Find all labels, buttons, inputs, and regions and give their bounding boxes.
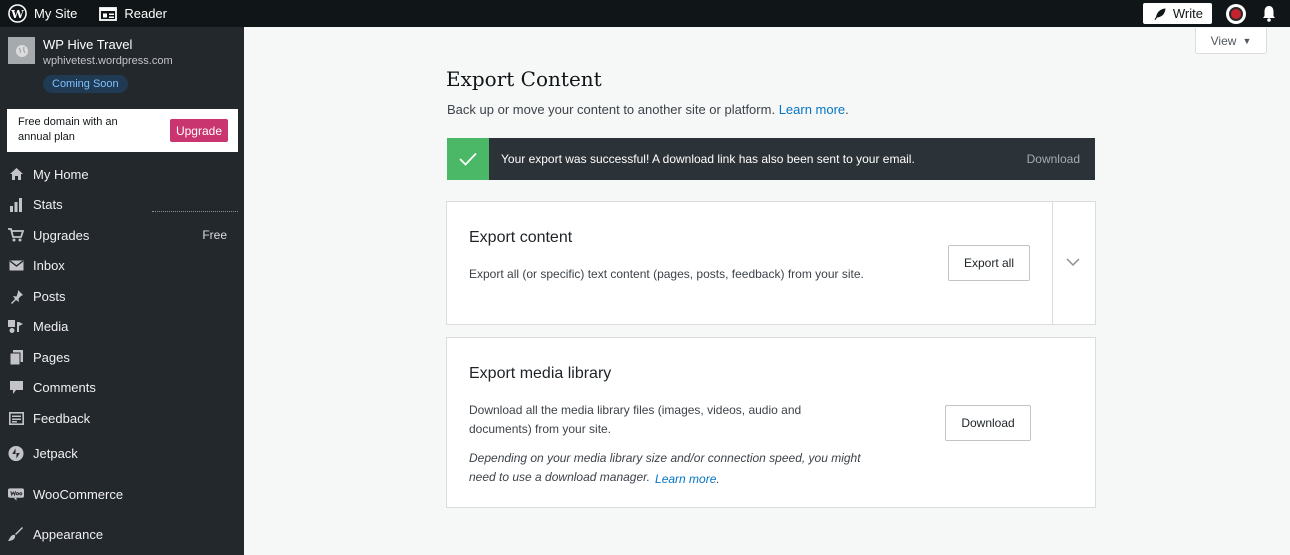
chevron-down-icon[interactable] bbox=[1065, 254, 1081, 275]
feather-icon bbox=[1154, 8, 1166, 20]
sidebar-item-jetpack[interactable]: Jetpack bbox=[0, 434, 244, 475]
export-content-card: Export content Export all (or specific) … bbox=[446, 201, 1096, 325]
sidebar-item-appearance[interactable]: Appearance bbox=[0, 515, 244, 555]
top-bar: W My Site Reader Write bbox=[0, 0, 1290, 27]
pin-icon bbox=[8, 288, 24, 304]
sidebar-item-media[interactable]: Media bbox=[0, 312, 244, 343]
sidebar-item-pages[interactable]: Pages bbox=[0, 342, 244, 373]
sidebar-item-my-home[interactable]: My Home bbox=[0, 159, 244, 190]
sidebar-item-label: Stats bbox=[33, 197, 63, 213]
write-label: Write bbox=[1172, 6, 1203, 21]
my-site-label: My Site bbox=[34, 6, 78, 21]
divider bbox=[152, 211, 238, 212]
home-icon bbox=[8, 166, 24, 182]
sidebar-item-label: Media bbox=[33, 319, 69, 335]
upgrade-button[interactable]: Upgrade bbox=[169, 119, 228, 142]
my-site-link[interactable]: W My Site bbox=[0, 0, 85, 27]
sidebar-item-label: Posts bbox=[33, 288, 66, 304]
sidebar-item-label: WooCommerce bbox=[33, 486, 124, 502]
wordpress-icon: W bbox=[8, 4, 27, 23]
reader-label: Reader bbox=[124, 6, 167, 21]
pages-icon bbox=[8, 349, 24, 365]
sidebar-item-label: Pages bbox=[33, 349, 70, 365]
site-header[interactable]: WP Hive Travel wphivetest.wordpress.com … bbox=[0, 27, 244, 97]
free-badge: Free bbox=[202, 228, 227, 243]
upsell-banner: Free domain with an annual plan Upgrade bbox=[7, 109, 238, 152]
sidebar-item-label: Appearance bbox=[33, 527, 104, 543]
woocommerce-icon bbox=[8, 486, 24, 502]
page-title: Export Content bbox=[446, 67, 602, 91]
sidebar-item-woocommerce[interactable]: WooCommerce bbox=[0, 474, 244, 515]
notice-download-link[interactable]: Download bbox=[1027, 152, 1080, 166]
period: . bbox=[716, 472, 720, 486]
reader-icon bbox=[99, 6, 118, 21]
card-description: Export all (or specific) text content (p… bbox=[469, 267, 864, 281]
page-subtitle: Back up or move your content to another … bbox=[447, 102, 849, 117]
site-name: WP Hive Travel bbox=[43, 37, 133, 52]
checkmark-icon bbox=[447, 138, 489, 180]
sidebar-item-posts[interactable]: Posts bbox=[0, 281, 244, 312]
brush-icon bbox=[8, 526, 24, 543]
card-description: Download all the media library files (im… bbox=[469, 403, 802, 436]
sidebar-item-label: Jetpack bbox=[33, 446, 78, 462]
site-url: wphivetest.wordpress.com bbox=[43, 55, 173, 67]
download-button[interactable]: Download bbox=[945, 405, 1031, 441]
card-title: Export content bbox=[469, 229, 573, 246]
sidebar-item-label: My Home bbox=[33, 166, 89, 182]
learn-more-link[interactable]: Learn more bbox=[779, 102, 845, 117]
sidebar-menu: My Home Stats Upgrades Free Inbox Posts … bbox=[0, 159, 244, 555]
globe-icon bbox=[8, 37, 35, 64]
notice-text: Your export was successful! A download l… bbox=[501, 152, 915, 166]
period: . bbox=[845, 102, 849, 117]
write-button[interactable]: Write bbox=[1142, 3, 1212, 24]
jetpack-icon bbox=[8, 446, 24, 462]
learn-more-link[interactable]: Learn more bbox=[655, 470, 716, 489]
sidebar-item-stats[interactable]: Stats bbox=[0, 190, 244, 221]
cart-icon bbox=[8, 227, 24, 243]
card-title: Export media library bbox=[469, 365, 612, 382]
sidebar: WP Hive Travel wphivetest.wordpress.com … bbox=[0, 27, 244, 555]
divider bbox=[1052, 202, 1053, 324]
reader-link[interactable]: Reader bbox=[91, 0, 175, 27]
upsell-text: Free domain with an annual plan bbox=[18, 116, 118, 143]
sidebar-item-label: Upgrades bbox=[33, 227, 90, 243]
avatar[interactable] bbox=[1226, 3, 1246, 24]
export-all-button[interactable]: Export all bbox=[948, 245, 1030, 281]
status-badge: Coming Soon bbox=[43, 75, 128, 93]
caret-down-icon: ▼ bbox=[1242, 35, 1252, 46]
subtitle-text: Back up or move your content to another … bbox=[447, 102, 776, 117]
view-label: View bbox=[1210, 33, 1237, 48]
sidebar-item-feedback[interactable]: Feedback bbox=[0, 403, 244, 434]
sidebar-item-upgrades[interactable]: Upgrades Free bbox=[0, 220, 244, 251]
mail-icon bbox=[8, 258, 24, 274]
sidebar-item-label: Feedback bbox=[33, 410, 91, 426]
svg-text:W: W bbox=[10, 7, 24, 21]
media-icon bbox=[8, 319, 24, 335]
sidebar-item-label: Comments bbox=[33, 380, 96, 396]
view-button[interactable]: View ▼ bbox=[1195, 28, 1267, 54]
success-notice: Your export was successful! A download l… bbox=[447, 138, 1095, 180]
bell-icon[interactable] bbox=[1262, 5, 1276, 22]
sidebar-item-inbox[interactable]: Inbox bbox=[0, 251, 244, 282]
stats-icon bbox=[8, 197, 24, 213]
comment-icon bbox=[8, 380, 24, 396]
feedback-icon bbox=[8, 410, 24, 426]
sidebar-item-comments[interactable]: Comments bbox=[0, 373, 244, 404]
sidebar-item-label: Inbox bbox=[33, 258, 65, 274]
export-media-card: Export media library Download all the me… bbox=[446, 337, 1096, 508]
